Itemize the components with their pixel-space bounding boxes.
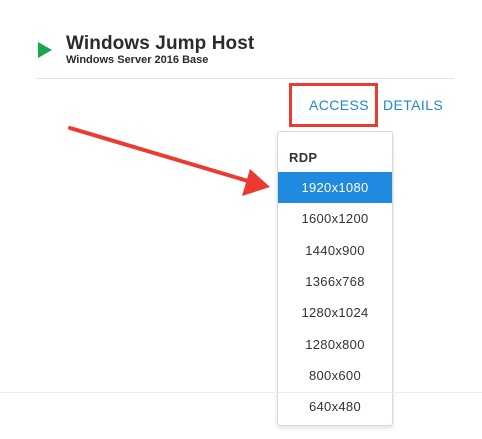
annotation-highlight-box — [289, 83, 378, 127]
annotation-arrow-line — [68, 126, 250, 183]
tab-details[interactable]: DETAILS — [383, 97, 443, 113]
resolution-option-1440x900[interactable]: 1440x900 — [278, 235, 392, 266]
vm-subtitle: Windows Server 2016 Base — [66, 54, 209, 66]
header-divider — [36, 78, 454, 79]
resolution-option-1280x1024[interactable]: 1280x1024 — [278, 297, 392, 328]
page-divider — [0, 392, 482, 393]
vm-title: Windows Jump Host — [66, 33, 255, 54]
annotation-arrow-head — [242, 169, 270, 196]
resolution-option-1366x768[interactable]: 1366x768 — [278, 266, 392, 297]
play-icon[interactable] — [38, 42, 52, 58]
rdp-resolution-dropdown: RDP 1920x1080 1600x1200 1440x900 1366x768 12… — [277, 131, 393, 426]
resolution-option-1280x800[interactable]: 1280x800 — [278, 329, 392, 360]
resolution-option-1920x1080[interactable]: 1920x1080 — [278, 172, 392, 203]
resolution-option-800x600[interactable]: 800x600 — [278, 360, 392, 391]
dropdown-heading: RDP — [289, 150, 318, 165]
resolution-option-640x480[interactable]: 640x480 — [278, 391, 392, 422]
vm-header: Windows Jump Host Windows Server 2016 Ba… — [0, 0, 482, 80]
resolution-option-1600x1200[interactable]: 1600x1200 — [278, 203, 392, 234]
